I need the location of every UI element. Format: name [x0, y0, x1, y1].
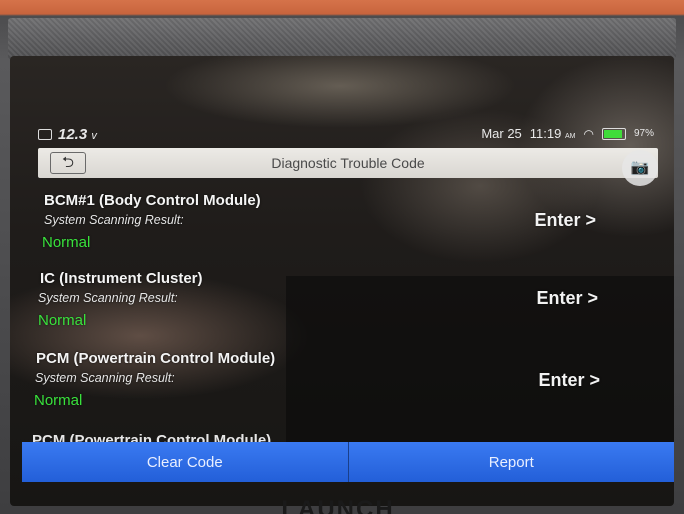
time-value: 11:19	[529, 126, 562, 141]
vehicle-connection-icon	[38, 129, 52, 140]
page-title: Diagnostic Trouble Code	[271, 155, 425, 171]
status-date: Mar 25	[481, 126, 522, 141]
scan-result-value: Normal	[34, 392, 83, 409]
status-bar: 12.3 v Mar 25 11:19 AM ◠ 97%	[10, 122, 674, 144]
time-ampm: AM	[565, 133, 576, 140]
camera-icon: 📷	[630, 159, 650, 176]
battery-level-fill	[603, 129, 622, 138]
enter-button-pcm[interactable]: Enter >	[538, 370, 600, 391]
voltage-unit: v	[91, 130, 97, 142]
module-name: BCM#1 (Body Control Module)	[44, 192, 261, 209]
device-frame: 12.3 v Mar 25 11:19 AM ◠ 97% ⮌ Diagnosti…	[0, 0, 684, 514]
screenshot-button[interactable]: 📷	[622, 150, 658, 186]
status-time: 11:19 AM	[530, 126, 576, 141]
wifi-icon: ◠	[583, 126, 594, 141]
battery-voltage: 12.3 v	[58, 126, 97, 143]
enter-button-bcm[interactable]: Enter >	[534, 210, 596, 231]
module-name: IC (Instrument Cluster)	[40, 270, 203, 287]
module-row-ic: IC (Instrument Cluster) System Scanning …	[32, 270, 652, 329]
enter-button-ic[interactable]: Enter >	[536, 288, 598, 309]
clear-code-button[interactable]: Clear Code	[22, 442, 348, 482]
module-row-partial: PCM (Powertrain Control Module)	[32, 432, 272, 442]
scan-result-value: Normal	[38, 312, 87, 329]
title-bar: ⮌ Diagnostic Trouble Code	[38, 148, 658, 178]
status-right: Mar 25 11:19 AM ◠ 97%	[481, 126, 654, 141]
scan-result-value: Normal	[42, 234, 91, 251]
module-name: PCM (Powertrain Control Module)	[36, 350, 276, 367]
status-left: 12.3 v	[38, 126, 97, 143]
module-row-bcm: BCM#1 (Body Control Module) System Scann…	[32, 192, 652, 251]
battery-icon	[601, 127, 626, 140]
battery-percent: 97%	[633, 128, 654, 139]
device-bezel	[8, 18, 676, 60]
bottom-action-bar: Clear Code Report	[22, 442, 674, 482]
module-row-pcm: PCM (Powertrain Control Module) System S…	[32, 350, 652, 409]
device-screen: 12.3 v Mar 25 11:19 AM ◠ 97% ⮌ Diagnosti…	[10, 56, 674, 506]
report-button[interactable]: Report	[347, 442, 674, 482]
brand-logo: LAUNCH	[281, 496, 395, 514]
voltage-value: 12.3	[58, 126, 88, 143]
